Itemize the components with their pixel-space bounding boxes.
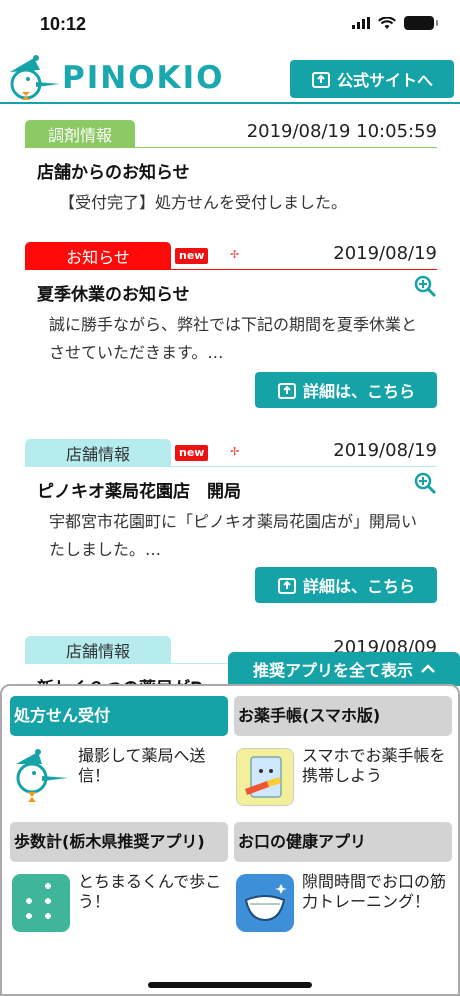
news-item[interactable]: 調剤情報 2019/08/19 10:05:59 店舗からのお知らせ 【受付完了…	[25, 120, 437, 217]
official-site-button[interactable]: 公式サイトへ	[290, 60, 454, 98]
zoom-in-icon[interactable]	[413, 274, 437, 298]
news-title: 夏季休業のお知らせ	[37, 285, 190, 305]
app-description: 撮影して薬局へ送信！	[78, 746, 206, 785]
app-card-oral-health[interactable]: お口の健康アプリ 隙間時間でお口の筋力トレーニング！	[234, 822, 452, 932]
app-header: PINOKIO 公式サイトへ	[0, 52, 460, 104]
app-description: とちまるくんで歩こう！	[78, 872, 222, 911]
pedometer-plus-icon	[12, 874, 70, 932]
pinokio-mascot-icon	[12, 748, 70, 806]
app-title: お口の健康アプリ	[234, 822, 452, 862]
zoom-in-icon[interactable]	[413, 471, 437, 495]
external-link-icon	[277, 383, 296, 399]
pinokio-mascot-logo-icon	[10, 55, 60, 100]
app-description: スマホでお薬手帳を携帯しよう	[302, 746, 446, 785]
news-header: 店舗情報 new ✢ 2019/08/19	[25, 439, 437, 467]
status-icons	[352, 16, 438, 30]
detail-label: 詳細は、こちら	[302, 382, 415, 401]
detail-button[interactable]: 詳細は、こちら	[255, 372, 437, 408]
news-title: ピノキオ薬局花園店 開局	[37, 482, 241, 502]
show-all-label: 推奨アプリを全て表示	[252, 661, 413, 680]
recommended-apps-panel: 処方せん受付 撮影して薬局へ送信！ お薬手帳(スマホ版) スマホでお薬手帳を携帯…	[0, 684, 460, 996]
app-title: 処方せん受付	[10, 696, 228, 736]
news-header: 調剤情報 2019/08/19 10:05:59	[25, 120, 437, 148]
battery-icon	[404, 16, 438, 30]
category-tag: 調剤情報	[25, 120, 135, 148]
new-badge: new	[175, 445, 209, 461]
new-badge: new	[175, 248, 209, 264]
news-date: 2019/08/19	[333, 243, 437, 264]
external-link-icon	[311, 72, 330, 88]
news-date: 2019/08/19	[333, 440, 437, 461]
news-item[interactable]: お知らせ new ✢ 2019/08/19 夏季休業のお知らせ 誠に勝手ながら、…	[25, 242, 437, 408]
signal-icon	[352, 17, 370, 29]
news-body: 【受付完了】処方せんを受付しました。	[59, 193, 348, 212]
app-title: 歩数計(栃木県推奨アプリ)	[10, 822, 228, 862]
news-item[interactable]: 店舗情報 new ✢ 2019/08/19 ピノキオ薬局花園店 開局 宇都宮市花…	[25, 439, 437, 603]
detail-button[interactable]: 詳細は、こちら	[255, 567, 437, 603]
smile-mouth-icon	[236, 874, 294, 932]
medicine-notebook-icon	[236, 748, 294, 806]
app-card-pedometer[interactable]: 歩数計(栃木県推奨アプリ) とちまるくんで歩こう！	[10, 822, 228, 932]
app-card-medicine-notebook[interactable]: お薬手帳(スマホ版) スマホでお薬手帳を携帯しよう	[234, 696, 452, 806]
news-body: 誠に勝手ながら、弊社では下記の期間を夏季休業とさせていただきます。…	[49, 315, 418, 362]
app-title: お薬手帳(スマホ版)	[234, 696, 452, 736]
pinokio-logo[interactable]: PINOKIO	[6, 54, 222, 104]
status-bar: 10:12	[0, 0, 460, 50]
external-link-icon	[277, 578, 296, 594]
chevron-up-icon	[421, 664, 435, 673]
news-body: 宇都宮市花園町に「ピノキオ薬局花園店が」開局いたしました。…	[49, 512, 418, 559]
app-description: 隙間時間でお口の筋力トレーニング！	[302, 872, 447, 911]
home-indicator[interactable]	[148, 982, 312, 988]
news-title: 店舗からのお知らせ	[37, 163, 190, 183]
wifi-icon	[378, 16, 396, 29]
sparkle-icon: ✢	[230, 248, 240, 261]
category-tag: 店舗情報	[25, 636, 171, 664]
news-date: 2019/08/19 10:05:59	[246, 121, 437, 142]
detail-label: 詳細は、こちら	[302, 577, 415, 596]
show-all-apps-button[interactable]: 推奨アプリを全て表示	[228, 652, 460, 686]
logo-text: PINOKIO	[62, 60, 225, 96]
category-tag: お知らせ	[25, 242, 171, 270]
category-tag: 店舗情報	[25, 439, 171, 467]
app-card-prescription[interactable]: 処方せん受付 撮影して薬局へ送信！	[10, 696, 228, 802]
status-time: 10:12	[40, 14, 87, 34]
official-site-label: 公式サイトへ	[336, 71, 433, 90]
sparkle-icon: ✢	[230, 445, 240, 458]
news-header: お知らせ new ✢ 2019/08/19	[25, 242, 437, 270]
